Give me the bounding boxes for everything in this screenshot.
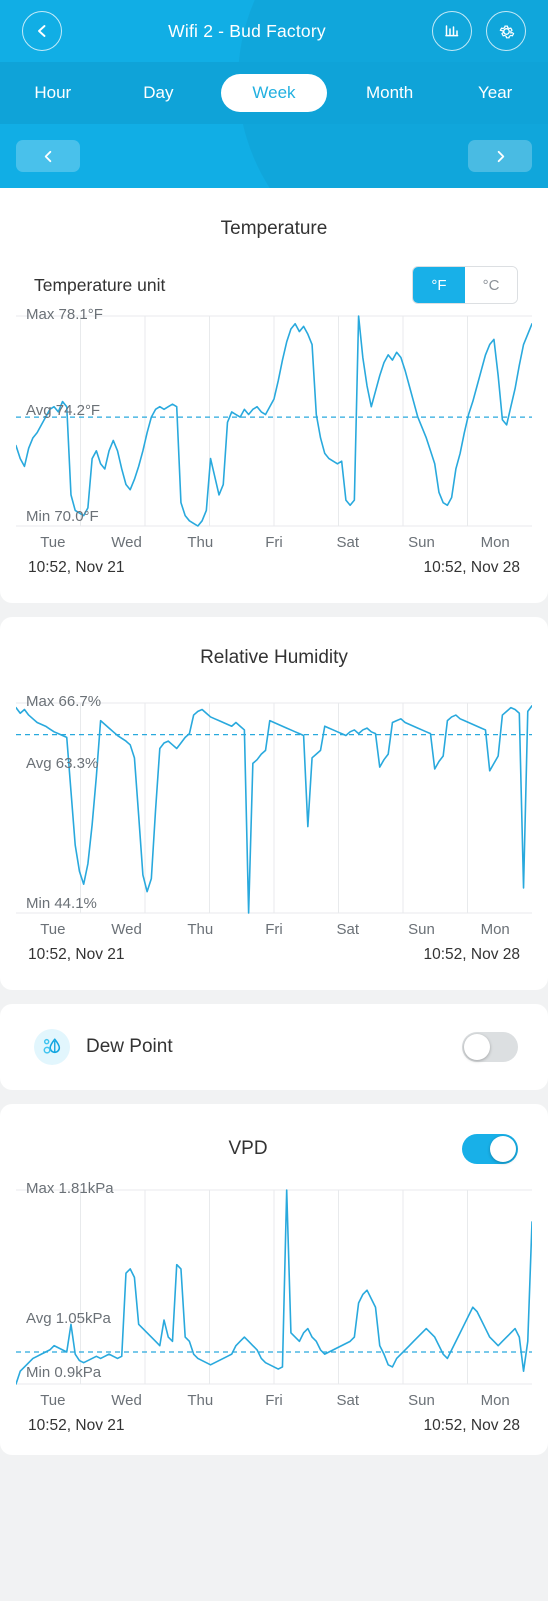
- vpd-title: VPD: [228, 1138, 268, 1159]
- axis-day-thu: Thu: [187, 534, 214, 551]
- humidity-chart-svg: [16, 702, 532, 914]
- vpd-axis-days: Tue Wed Thu Fri Sat Sun Mon: [0, 1392, 548, 1409]
- humidity-avg-label: Avg 63.3%: [26, 755, 99, 772]
- page-title: Wifi 2 - Bud Factory: [168, 20, 326, 41]
- axis-day-sat: Sat: [336, 1392, 359, 1409]
- axis-day-sun: Sun: [408, 921, 435, 938]
- axis-day-mon: Mon: [480, 534, 510, 551]
- temperature-axis-days: Tue Wed Thu Fri Sat Sun Mon: [0, 534, 548, 551]
- temperature-chart[interactable]: Max 78.1°F Avg 74.2°F Min 70.0°F: [0, 304, 548, 530]
- next-period-button[interactable]: [468, 140, 532, 172]
- chevron-right-icon: [497, 150, 504, 162]
- humidity-min-label: Min 44.1%: [26, 895, 97, 912]
- temperature-range-start: 10:52, Nov 21: [28, 559, 125, 576]
- dew-drop-glyph: [43, 1038, 61, 1054]
- vpd-toggle[interactable]: [462, 1134, 519, 1164]
- vpd-chart-svg: [16, 1189, 532, 1385]
- settings-button[interactable]: [486, 11, 526, 51]
- axis-day-sat: Sat: [336, 534, 359, 551]
- axis-day-sun: Sun: [408, 1392, 435, 1409]
- toggle-knob: [464, 1034, 490, 1060]
- tab-year[interactable]: Year: [442, 74, 548, 112]
- vpd-range: 10:52, Nov 21 10:52, Nov 28: [0, 1409, 548, 1455]
- axis-day-mon: Mon: [480, 1392, 510, 1409]
- app-screen: Wifi 2 - Bud Factory Hour Day Week Month…: [0, 0, 548, 1601]
- axis-day-fri: Fri: [265, 921, 283, 938]
- period-tabs: Hour Day Week Month Year: [0, 62, 548, 124]
- axis-day-tue: Tue: [40, 534, 66, 551]
- statistics-button[interactable]: [432, 11, 472, 51]
- dew-point-card: Dew Point: [0, 1004, 548, 1090]
- back-button[interactable]: [22, 11, 62, 51]
- temperature-avg-label: Avg 74.2°F: [26, 402, 101, 419]
- humidity-card: Relative Humidity Max 66.7% Avg 63.3% Mi…: [0, 617, 548, 990]
- gear-icon: [499, 25, 514, 38]
- vpd-header: VPD: [0, 1104, 548, 1164]
- axis-day-thu: Thu: [187, 1392, 214, 1409]
- axis-day-tue: Tue: [40, 1392, 66, 1409]
- axis-day-thu: Thu: [187, 921, 214, 938]
- dew-drop-icon: [34, 1029, 70, 1065]
- axis-day-fri: Fri: [265, 1392, 283, 1409]
- dew-point-label: Dew Point: [86, 1036, 173, 1057]
- temperature-card: Temperature Temperature unit °F °C Max 7…: [0, 188, 548, 603]
- temperature-unit-row: Temperature unit °F °C: [0, 240, 548, 304]
- vpd-range-start: 10:52, Nov 21: [28, 1417, 125, 1434]
- tab-day[interactable]: Day: [106, 74, 212, 112]
- axis-day-wed: Wed: [111, 1392, 142, 1409]
- tab-week[interactable]: Week: [221, 74, 327, 112]
- vpd-avg-label: Avg 1.05kPa: [26, 1310, 111, 1327]
- unit-option-fahrenheit[interactable]: °F: [413, 267, 465, 303]
- bar-chart-icon: [445, 25, 459, 37]
- temperature-title: Temperature: [220, 218, 328, 239]
- vpd-range-end: 10:52, Nov 28: [423, 1417, 520, 1434]
- toggle-knob: [490, 1136, 517, 1162]
- axis-day-sat: Sat: [336, 921, 359, 938]
- chevron-left-icon: [44, 150, 51, 162]
- humidity-range-end: 10:52, Nov 28: [423, 946, 520, 963]
- humidity-max-label: Max 66.7%: [26, 693, 102, 710]
- title-bar: Wifi 2 - Bud Factory: [0, 0, 548, 62]
- tab-month[interactable]: Month: [337, 74, 443, 112]
- dew-point-row[interactable]: Dew Point: [0, 1004, 548, 1090]
- temperature-range: 10:52, Nov 21 10:52, Nov 28: [0, 551, 548, 603]
- previous-period-button[interactable]: [16, 140, 80, 172]
- axis-day-tue: Tue: [40, 921, 66, 938]
- temperature-range-end: 10:52, Nov 28: [423, 559, 520, 576]
- axis-day-fri: Fri: [265, 534, 283, 551]
- humidity-range: 10:52, Nov 21 10:52, Nov 28: [0, 938, 548, 990]
- vpd-card: VPD Max 1.81kPa Avg 1.05kPa Min 0.9kPa T…: [0, 1104, 548, 1455]
- unit-option-celsius[interactable]: °C: [465, 267, 517, 303]
- humidity-chart[interactable]: Max 66.7% Avg 63.3% Min 44.1%: [0, 691, 548, 917]
- vpd-min-label: Min 0.9kPa: [26, 1364, 102, 1381]
- axis-day-wed: Wed: [111, 921, 142, 938]
- header-actions: [432, 11, 526, 51]
- axis-day-mon: Mon: [480, 921, 510, 938]
- dew-point-toggle[interactable]: [462, 1032, 518, 1062]
- temperature-unit-toggle[interactable]: °F °C: [412, 266, 518, 304]
- humidity-range-start: 10:52, Nov 21: [28, 946, 125, 963]
- chevron-left-icon: [38, 25, 46, 37]
- vpd-chart[interactable]: Max 1.81kPa Avg 1.05kPa Min 0.9kPa: [0, 1178, 548, 1388]
- vpd-max-label: Max 1.81kPa: [26, 1180, 114, 1197]
- temperature-unit-label: Temperature unit: [34, 274, 166, 295]
- axis-day-sun: Sun: [408, 534, 435, 551]
- humidity-axis-days: Tue Wed Thu Fri Sat Sun Mon: [0, 921, 548, 938]
- temperature-max-label: Max 78.1°F: [26, 306, 103, 323]
- app-header: Wifi 2 - Bud Factory Hour Day Week Month…: [0, 0, 548, 188]
- temperature-min-label: Min 70.0°F: [26, 508, 99, 525]
- range-navigation: [0, 124, 548, 188]
- humidity-title: Relative Humidity: [200, 647, 348, 668]
- tab-hour[interactable]: Hour: [0, 74, 106, 112]
- axis-day-wed: Wed: [111, 534, 142, 551]
